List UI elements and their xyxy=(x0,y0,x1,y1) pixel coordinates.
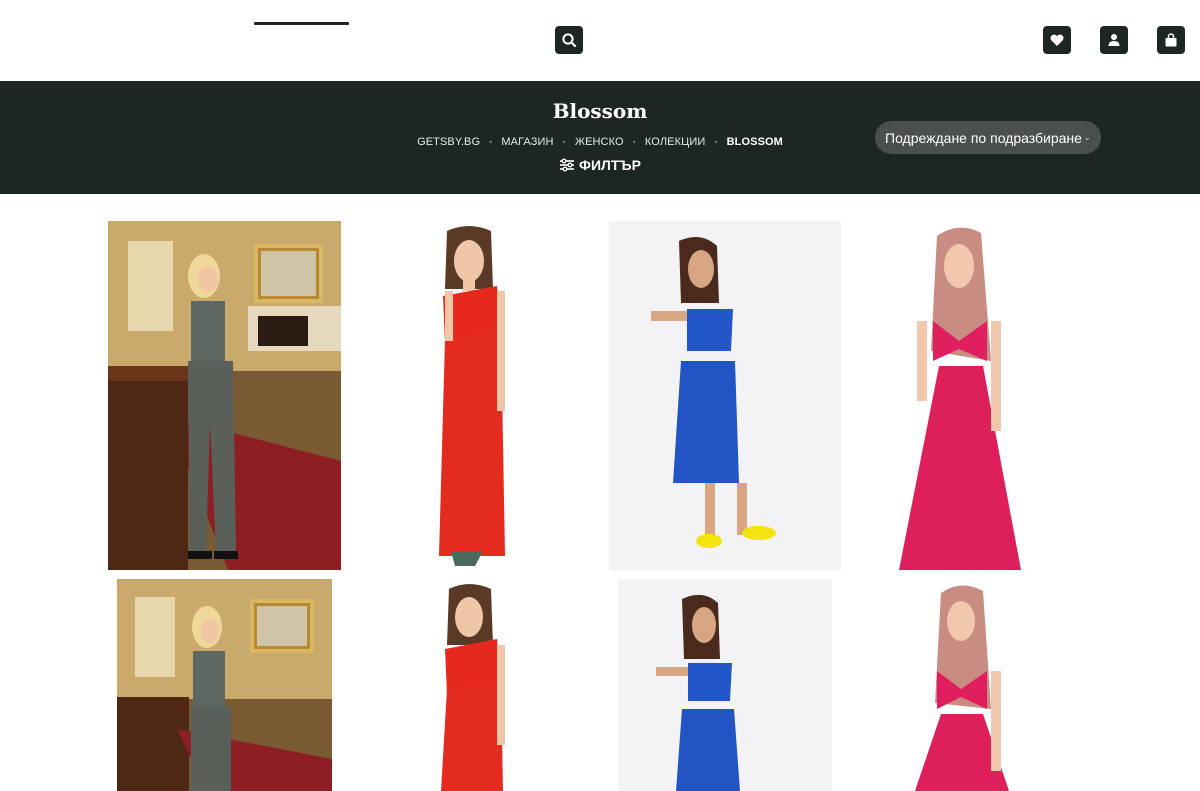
wishlist-button[interactable] xyxy=(1043,26,1071,54)
logo[interactable] xyxy=(254,22,349,25)
sort-selected-value: Подреждане по подразбиране xyxy=(885,129,1082,146)
category-banner: Blossom GETSBY.BG • МАГАЗИН • ЖЕНСКО • К… xyxy=(0,81,1200,194)
cart-button[interactable] xyxy=(1157,26,1185,54)
site-header xyxy=(0,0,1200,81)
breadcrumb-shop[interactable]: МАГАЗИН xyxy=(501,136,553,148)
search-button[interactable] xyxy=(555,26,583,54)
product-image-red-dress[interactable] xyxy=(359,579,591,791)
search-icon xyxy=(562,33,577,48)
product-image-red-dress[interactable] xyxy=(359,221,591,570)
breadcrumb-collections[interactable]: КОЛЕКЦИИ xyxy=(645,136,705,148)
user-icon xyxy=(1108,34,1120,46)
breadcrumb-home[interactable]: GETSBY.BG xyxy=(417,136,480,148)
shopping-bag-icon xyxy=(1165,33,1177,47)
breadcrumb-separator: • xyxy=(714,137,718,147)
filter-row: ФИЛТЪР xyxy=(0,157,1200,173)
heart-icon xyxy=(1050,34,1064,46)
breadcrumb-separator: • xyxy=(632,137,636,147)
sort-select[interactable]: Подреждане по подразбиране ⌄ xyxy=(875,121,1101,154)
product-image-blue-set[interactable] xyxy=(618,579,832,791)
product-image-blue-set[interactable] xyxy=(609,221,841,570)
breadcrumb-separator: • xyxy=(562,137,566,147)
product-image-pink-dress[interactable] xyxy=(859,221,1091,570)
sliders-icon xyxy=(560,158,575,172)
chevron-down-icon: ⌄ xyxy=(1083,133,1091,142)
breadcrumb-current: BLOSSOM xyxy=(726,136,783,148)
product-image-sequin-set[interactable] xyxy=(108,221,341,570)
account-button[interactable] xyxy=(1100,26,1128,54)
filter-label: ФИЛТЪР xyxy=(579,157,641,173)
breadcrumb-separator: • xyxy=(489,137,493,147)
breadcrumb-women[interactable]: ЖЕНСКО xyxy=(575,136,624,148)
product-image-sequin-set[interactable] xyxy=(117,579,332,791)
filter-button[interactable]: ФИЛТЪР xyxy=(559,157,641,173)
page-title: Blossom xyxy=(552,99,648,123)
product-image-pink-dress[interactable] xyxy=(859,579,1091,791)
